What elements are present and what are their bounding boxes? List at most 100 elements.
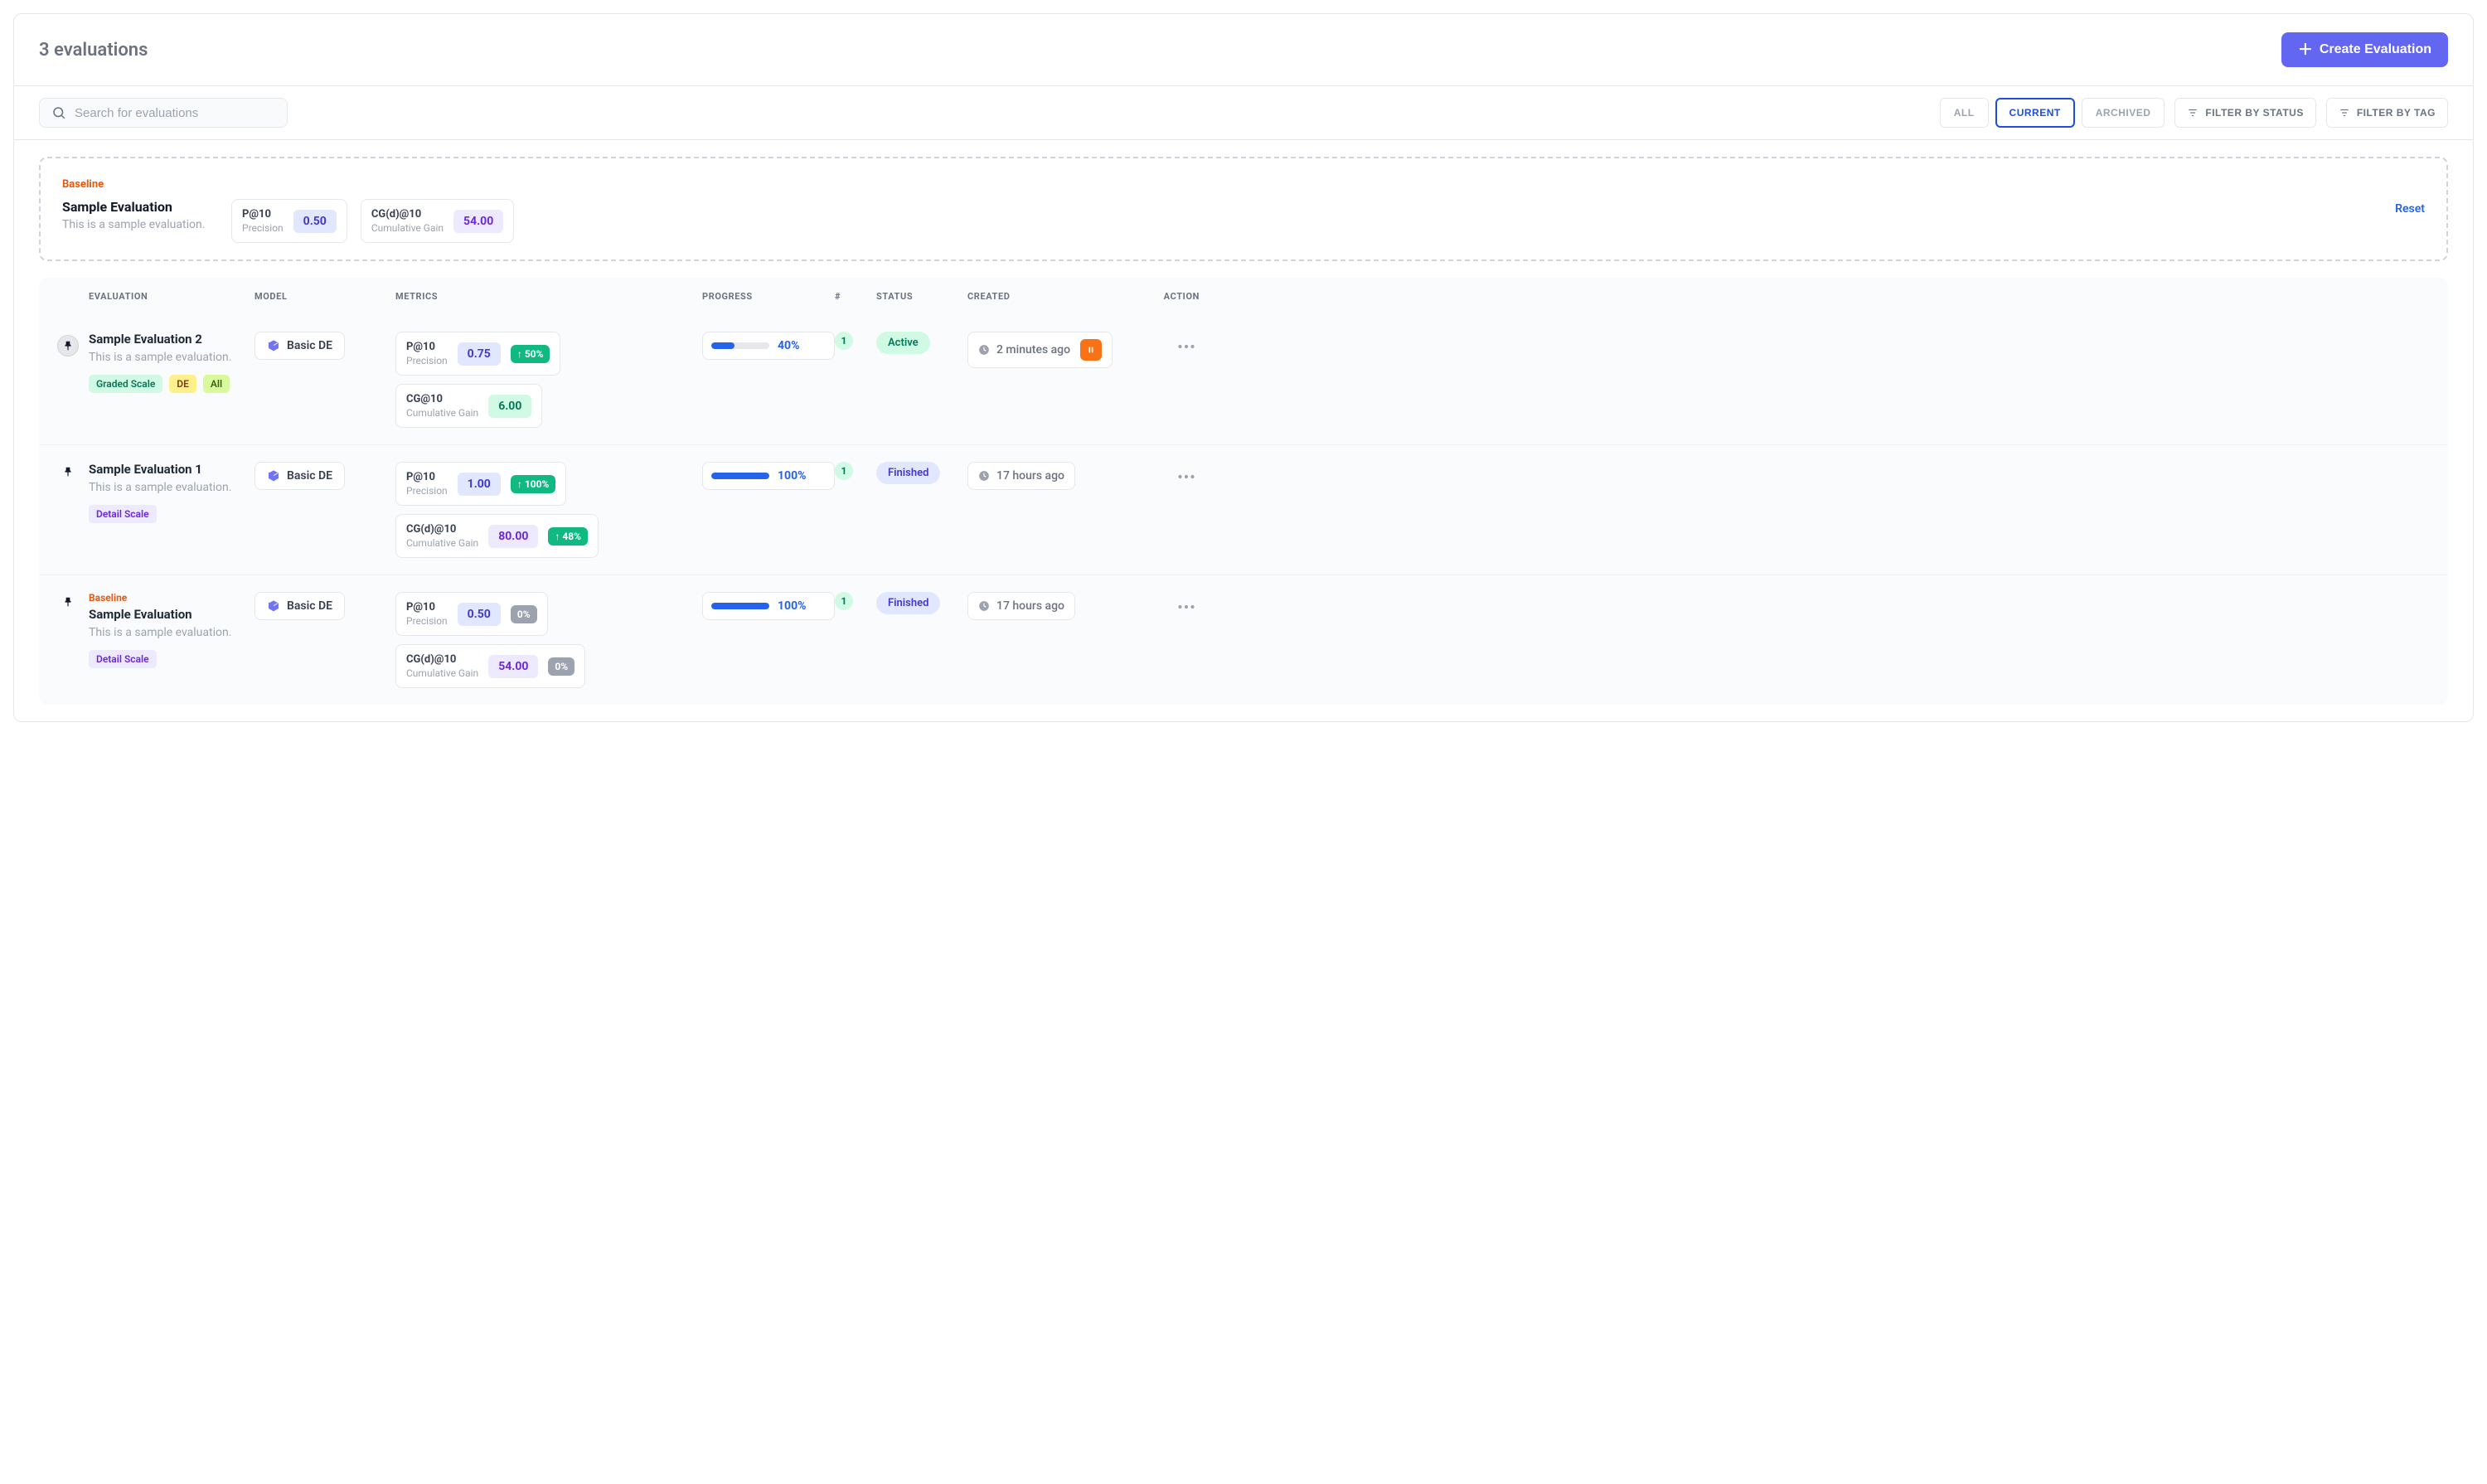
metric-subtitle: Cumulative Gain	[406, 407, 478, 419]
tag-row: Detail Scale	[89, 505, 255, 523]
more-button[interactable]	[1173, 332, 1200, 357]
evaluation-cell: Sample Evaluation 2 This is a sample eva…	[89, 332, 255, 393]
num-pill: 1	[835, 592, 853, 610]
col-evaluation: EVALUATION	[89, 291, 255, 302]
tab-archived[interactable]: ARCHIVED	[2082, 98, 2165, 128]
metric-value: 0.50	[293, 210, 337, 233]
metric-delta: ↑ 48%	[548, 527, 588, 546]
evaluation-name[interactable]: Sample Evaluation 2	[89, 332, 255, 347]
progress-percent: 100%	[778, 469, 806, 483]
num-cell: 1	[835, 592, 876, 610]
col-created: CREATED	[967, 291, 1150, 302]
evaluation-cell: Sample Evaluation 1 This is a sample eva…	[89, 462, 255, 523]
num-pill: 1	[835, 462, 853, 480]
tag[interactable]: Detail Scale	[89, 650, 157, 668]
status-badge: Finished	[876, 462, 940, 484]
more-icon	[1178, 474, 1195, 479]
pin-button[interactable]	[57, 335, 79, 356]
status-badge: Active	[876, 332, 930, 354]
metric-value: 6.00	[488, 395, 531, 418]
metric-subtitle: Cumulative Gain	[371, 222, 444, 234]
top-row: 3 evaluations ＋ Create Evaluation	[14, 14, 2473, 85]
model-name: Basic DE	[287, 469, 332, 483]
search-input[interactable]	[75, 106, 275, 120]
metric-box: P@10 Precision 0.75 ↑ 50%	[395, 332, 560, 376]
pin-button[interactable]	[62, 465, 74, 481]
model-cell: Basic DE	[255, 462, 395, 490]
metric-subtitle: Cumulative Gain	[406, 537, 478, 549]
model-pill[interactable]: Basic DE	[255, 462, 345, 490]
progress-wrap: 100%	[702, 462, 835, 490]
tag-row: Detail Scale	[89, 650, 255, 668]
tag[interactable]: Detail Scale	[89, 505, 157, 523]
metrics-cell: P@10 Precision 0.50 0% CG(d)@10 Cumulati…	[395, 592, 702, 688]
col-progress: PROGRESS	[702, 291, 835, 302]
progress-percent: 100%	[778, 599, 806, 613]
plus-icon: ＋	[2298, 42, 2313, 57]
more-button[interactable]	[1173, 592, 1200, 618]
progress-cell: 100%	[702, 462, 835, 490]
tab-current[interactable]: CURRENT	[1995, 98, 2075, 128]
table-row[interactable]: Sample Evaluation 2 This is a sample eva…	[39, 315, 2448, 444]
progress-percent: 40%	[778, 339, 799, 352]
cube-icon	[267, 599, 280, 613]
created-time: 17 hours ago	[996, 599, 1064, 613]
evaluation-count: 3 evaluations	[39, 40, 148, 61]
metric-delta: ↑ 100%	[511, 475, 556, 493]
metric-value: 0.75	[458, 342, 501, 366]
col-status: STATUS	[876, 291, 967, 302]
evaluation-cell: Baseline Sample Evaluation This is a sam…	[89, 592, 255, 668]
filter-controls: ALL CURRENT ARCHIVED FILTER BY STATUS FI…	[1940, 98, 2448, 128]
pause-icon	[1087, 346, 1095, 354]
evaluation-name[interactable]: Sample Evaluation 1	[89, 462, 255, 477]
table-row[interactable]: Sample Evaluation 1 This is a sample eva…	[39, 444, 2448, 575]
view-tabs: ALL CURRENT ARCHIVED	[1940, 98, 2165, 128]
status-badge: Finished	[876, 592, 940, 614]
status-cell: Finished	[876, 592, 967, 614]
evaluation-desc: This is a sample evaluation.	[89, 350, 255, 366]
baseline-subtitle: This is a sample evaluation.	[62, 218, 211, 231]
metric-value: 54.00	[488, 655, 538, 678]
pin-icon	[62, 466, 74, 478]
table-row[interactable]: Baseline Sample Evaluation This is a sam…	[39, 575, 2448, 705]
evaluations-panel: 3 evaluations ＋ Create Evaluation ALL CU…	[13, 13, 2474, 722]
baseline-card: Baseline Sample Evaluation This is a sam…	[39, 157, 2448, 261]
create-evaluation-label: Create Evaluation	[2320, 42, 2431, 57]
metric-subtitle: Cumulative Gain	[406, 667, 478, 679]
metric-delta: ↑ 50%	[511, 345, 550, 363]
num-pill: 1	[835, 332, 853, 350]
metric-title: CG(d)@10	[406, 523, 478, 536]
tag[interactable]: All	[203, 375, 230, 393]
filter-status-label: FILTER BY STATUS	[2205, 107, 2303, 119]
metric-title: P@10	[242, 208, 284, 221]
model-pill[interactable]: Basic DE	[255, 332, 345, 360]
metric-subtitle: Precision	[406, 615, 448, 627]
filter-tag-button[interactable]: FILTER BY TAG	[2326, 98, 2448, 128]
created-cell: 17 hours ago	[967, 592, 1150, 620]
status-cell: Finished	[876, 462, 967, 484]
evaluation-desc: This is a sample evaluation.	[89, 480, 255, 497]
create-evaluation-button[interactable]: ＋ Create Evaluation	[2281, 32, 2448, 67]
metric-box: P@10 Precision 0.50	[231, 199, 347, 243]
tag[interactable]: DE	[169, 375, 196, 393]
tag[interactable]: Graded Scale	[89, 375, 162, 393]
pause-button[interactable]	[1080, 339, 1102, 361]
progress-cell: 100%	[702, 592, 835, 620]
progress-wrap: 100%	[702, 592, 835, 620]
filter-status-button[interactable]: FILTER BY STATUS	[2174, 98, 2315, 128]
progress-cell: 40%	[702, 332, 835, 360]
search-icon	[51, 105, 66, 120]
tab-all[interactable]: ALL	[1940, 98, 1989, 128]
metric-box: CG(d)@10 Cumulative Gain 54.00 0%	[395, 644, 585, 688]
metric-box: P@10 Precision 1.00 ↑ 100%	[395, 462, 566, 506]
more-icon	[1178, 344, 1195, 349]
search-box[interactable]	[39, 98, 288, 128]
model-pill[interactable]: Basic DE	[255, 592, 345, 620]
metric-value: 54.00	[453, 210, 503, 233]
evaluation-name[interactable]: Sample Evaluation	[89, 607, 255, 622]
pin-button[interactable]	[62, 595, 74, 611]
more-button[interactable]	[1173, 462, 1200, 487]
filter-row: ALL CURRENT ARCHIVED FILTER BY STATUS FI…	[14, 85, 2473, 140]
list-header: EVALUATION MODEL METRICS PROGRESS # STAT…	[39, 278, 2448, 315]
reset-link[interactable]: Reset	[2395, 202, 2425, 216]
